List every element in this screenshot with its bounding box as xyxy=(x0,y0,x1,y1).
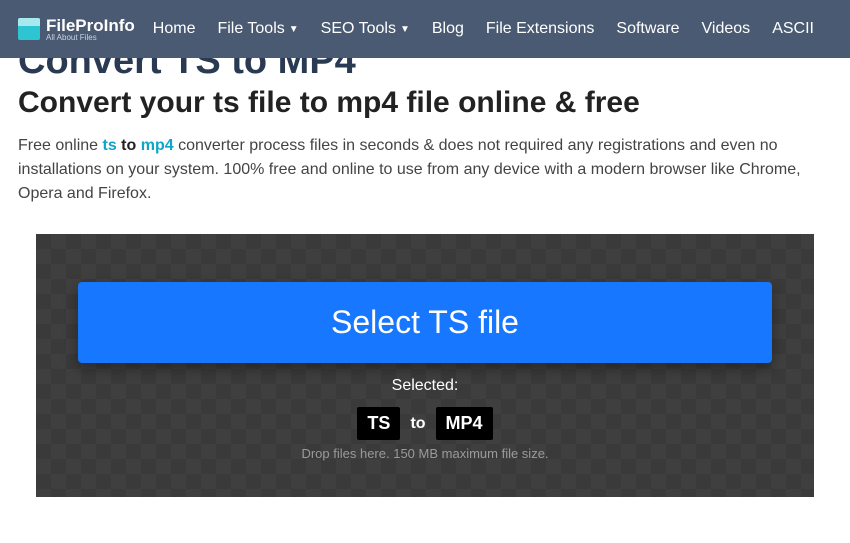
nav-ascii[interactable]: ASCII xyxy=(772,20,814,38)
nav-blog[interactable]: Blog xyxy=(432,20,464,38)
logo-text: FileProInfo All About Files xyxy=(46,17,135,42)
nav-file-extensions[interactable]: File Extensions xyxy=(486,20,595,38)
select-file-button[interactable]: Select TS file xyxy=(78,282,772,363)
drop-hint: Drop files here. 150 MB maximum file siz… xyxy=(78,446,772,461)
logo-icon xyxy=(18,18,40,40)
site-logo[interactable]: FileProInfo All About Files xyxy=(18,17,135,42)
chevron-down-icon: ▼ xyxy=(289,24,299,35)
chevron-down-icon: ▼ xyxy=(400,24,410,35)
format-row: TS to MP4 xyxy=(78,407,772,440)
nav-items: Home File Tools▼ SEO Tools▼ Blog File Ex… xyxy=(153,20,814,38)
nav-home[interactable]: Home xyxy=(153,20,196,38)
upload-panel[interactable]: Select TS file Selected: TS to MP4 Drop … xyxy=(36,234,814,497)
nav-file-tools[interactable]: File Tools▼ xyxy=(217,20,298,38)
selected-label: Selected: xyxy=(78,377,772,395)
page-content: Convert TS to MP4 Convert your ts file t… xyxy=(0,86,850,497)
format-to-badge[interactable]: MP4 xyxy=(436,407,493,440)
format-to-word: to xyxy=(410,415,425,433)
top-nav: FileProInfo All About Files Home File To… xyxy=(0,0,850,58)
nav-videos[interactable]: Videos xyxy=(702,20,751,38)
nav-seo-tools[interactable]: SEO Tools▼ xyxy=(321,20,410,38)
page-description: Free online ts to mp4 converter process … xyxy=(18,134,832,206)
nav-software[interactable]: Software xyxy=(616,20,679,38)
link-mp4[interactable]: mp4 xyxy=(141,137,174,154)
logo-subtitle: All About Files xyxy=(46,34,135,42)
link-ts[interactable]: ts xyxy=(103,137,117,154)
page-subtitle: Convert your ts file to mp4 file online … xyxy=(18,86,832,120)
logo-title: FileProInfo xyxy=(46,17,135,34)
format-from-badge[interactable]: TS xyxy=(357,407,400,440)
